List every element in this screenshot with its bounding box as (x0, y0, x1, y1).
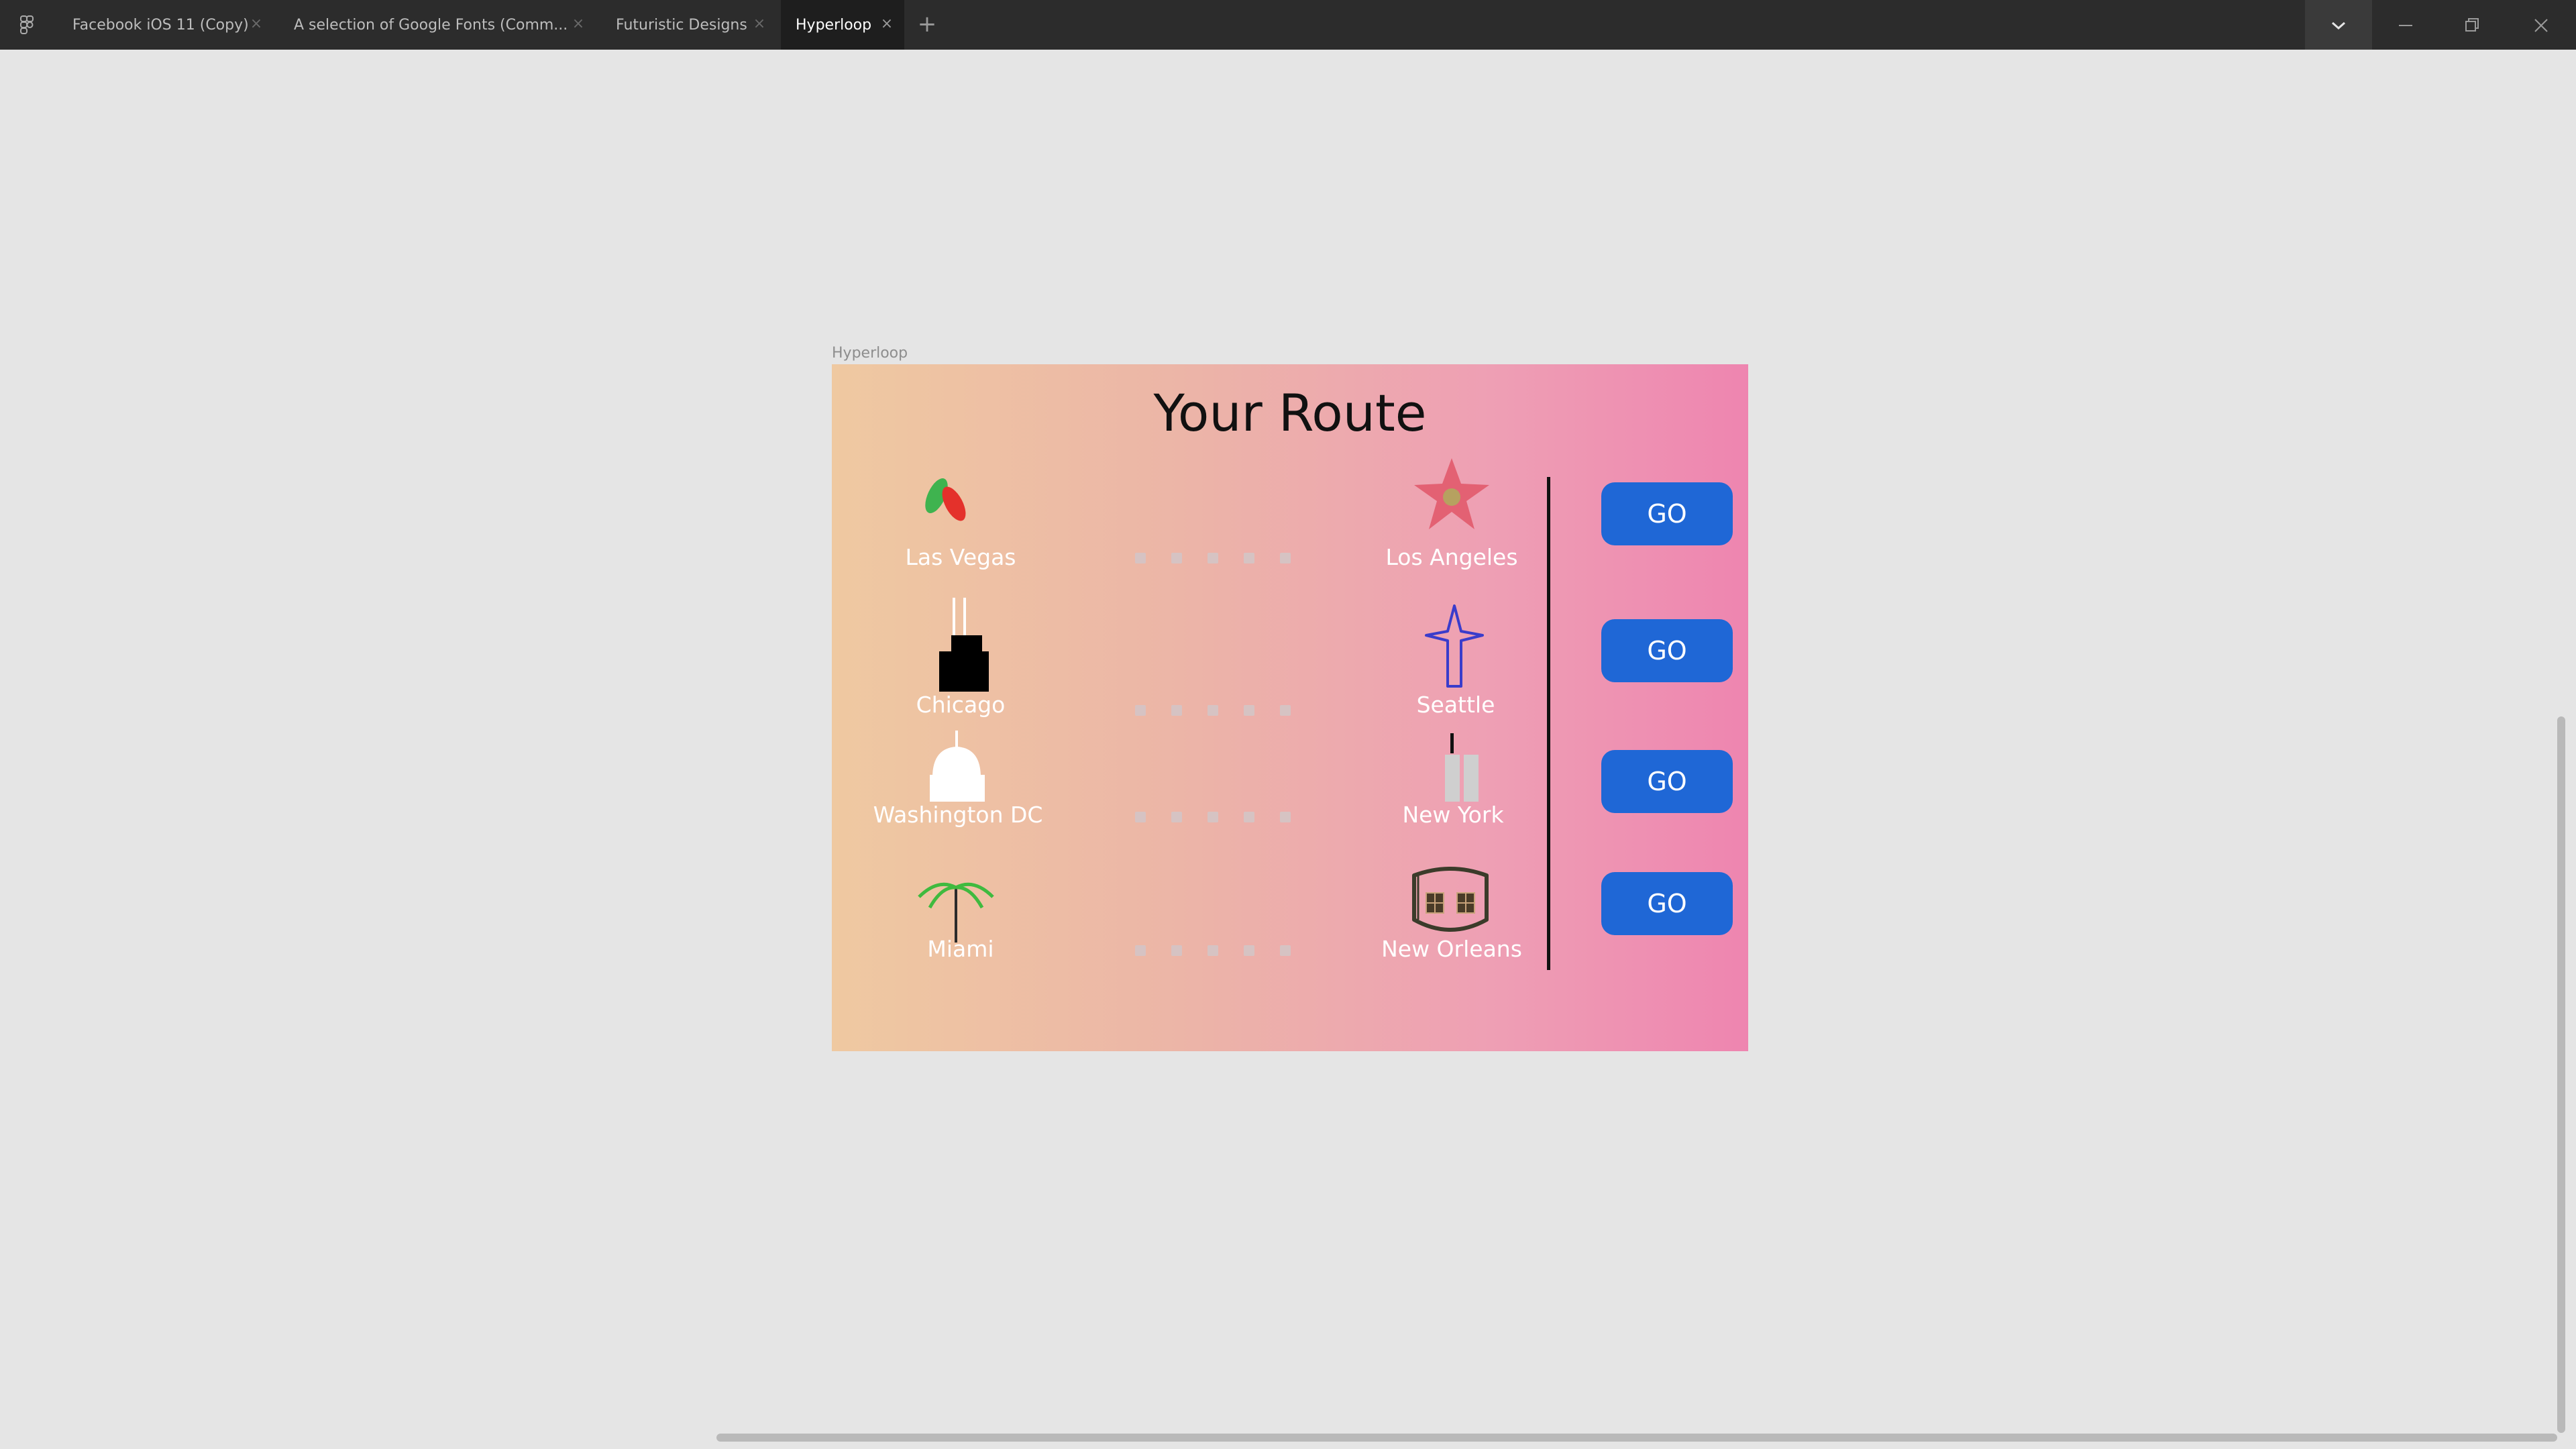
tower-icon (939, 598, 989, 692)
restore-button[interactable] (2440, 0, 2505, 50)
go-button-chicago[interactable]: GO (1601, 619, 1733, 682)
close-window-button[interactable] (2509, 0, 2573, 50)
chevron-down-icon (2332, 21, 2345, 30)
city-label-from: Miami (927, 936, 994, 962)
page-title: Your Route (1153, 383, 1427, 443)
close-icon[interactable]: × (248, 16, 264, 32)
route-dots (1135, 705, 1309, 718)
dice-icon (925, 478, 966, 521)
tab-facebook-ios[interactable]: Facebook iOS 11 (Copy) × (72, 0, 274, 50)
divider (1547, 477, 1550, 970)
tabs-dropdown-button[interactable] (2305, 0, 2372, 50)
star-icon (1414, 458, 1489, 529)
capitol-icon (930, 731, 985, 802)
palm-tree-icon (918, 882, 994, 943)
space-needle-icon (1425, 604, 1484, 688)
city-label-to: Seattle (1416, 692, 1495, 718)
city-label-to: New Orleans (1381, 936, 1522, 962)
route-dots (1135, 945, 1309, 959)
city-label-from: Chicago (916, 692, 1006, 718)
close-icon[interactable]: × (879, 16, 895, 32)
city-label-from: Washington DC (873, 802, 1043, 828)
tab-label: A selection of Google Fonts (Comm... (294, 16, 568, 34)
go-button-miami[interactable]: GO (1601, 872, 1733, 935)
new-tab-button[interactable]: + (915, 12, 939, 36)
horizontal-scrollbar[interactable] (716, 1434, 2557, 1442)
city-label-from: Las Vegas (905, 544, 1016, 570)
close-icon[interactable]: × (570, 16, 586, 32)
route-dots (1135, 812, 1309, 825)
close-icon[interactable]: × (751, 16, 767, 32)
tab-hyperloop[interactable]: Hyperloop × (781, 0, 904, 50)
tab-label: Futuristic Designs (616, 16, 747, 34)
tab-futuristic-designs[interactable]: Futuristic Designs × (616, 0, 777, 50)
restore-icon (2465, 18, 2479, 32)
go-button-washington-dc[interactable]: GO (1601, 750, 1733, 813)
tab-label: Facebook iOS 11 (Copy) (72, 16, 249, 34)
close-icon (2534, 19, 2548, 32)
figma-logo-icon[interactable] (19, 15, 36, 35)
vertical-scrollbar[interactable] (2557, 716, 2565, 1433)
building-icon (1412, 867, 1489, 932)
route-dots (1135, 553, 1309, 566)
tab-label: Hyperloop (796, 16, 872, 34)
city-label-to: Los Angeles (1385, 544, 1518, 570)
frame-label[interactable]: Hyperloop (832, 345, 908, 362)
twin-towers-icon (1445, 733, 1479, 802)
city-label-to: New York (1402, 802, 1504, 828)
go-button-las-vegas[interactable]: GO (1601, 482, 1733, 545)
minimize-button[interactable] (2373, 0, 2438, 50)
hyperloop-frame: Your Route Las Vegas Los Angeles Chicago… (832, 364, 1748, 1051)
tab-bar: Facebook iOS 11 (Copy) × A selection of … (0, 0, 2576, 50)
tab-google-fonts[interactable]: A selection of Google Fonts (Comm... × (294, 0, 589, 50)
minimize-icon (2399, 25, 2412, 26)
